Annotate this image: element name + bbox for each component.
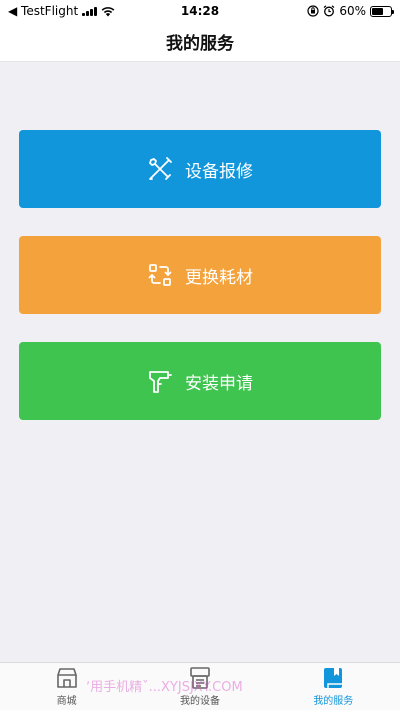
drill-icon [149, 371, 172, 393]
replace-consumables-button[interactable]: 更换耗材 [19, 236, 381, 314]
wifi-icon [101, 6, 115, 16]
repair-request-button[interactable]: 设备报修 [19, 130, 381, 208]
replace-icon [148, 264, 172, 286]
repair-request-label: 设备报修 [185, 161, 253, 182]
tab-my-devices-label: 我的设备 [179, 696, 220, 707]
tab-bar: 商城 我的设备 我的服务 [0, 662, 400, 710]
back-to-app-link[interactable]: ◀ TestFlight [8, 4, 78, 18]
tab-store[interactable]: 商城 [0, 663, 133, 710]
tab-my-services-label: 我的服务 [313, 696, 354, 707]
cellular-signal-icon [82, 6, 98, 16]
navigation-bar: 我的服务 [0, 22, 400, 62]
store-icon [56, 668, 77, 688]
installation-request-label: 安装申请 [185, 373, 253, 394]
service-book-icon [324, 668, 343, 688]
orientation-lock-icon [307, 5, 319, 17]
device-icon [190, 667, 210, 689]
tab-my-devices[interactable]: 我的设备 [133, 663, 266, 710]
page-title: 我的服务 [166, 34, 234, 54]
battery-percent: 60% [339, 4, 366, 18]
status-bar: 14:28 ◀ TestFlight 60% [0, 0, 400, 22]
tab-my-services[interactable]: 我的服务 [267, 663, 400, 710]
alarm-icon [323, 5, 335, 17]
battery-icon [370, 5, 394, 17]
replace-consumables-label: 更换耗材 [185, 267, 253, 288]
tools-icon [149, 157, 172, 180]
tab-store-label: 商城 [56, 696, 77, 707]
service-actions: 设备报修 更换耗材 安装申请 [0, 62, 400, 662]
installation-request-button[interactable]: 安装申请 [19, 342, 381, 420]
